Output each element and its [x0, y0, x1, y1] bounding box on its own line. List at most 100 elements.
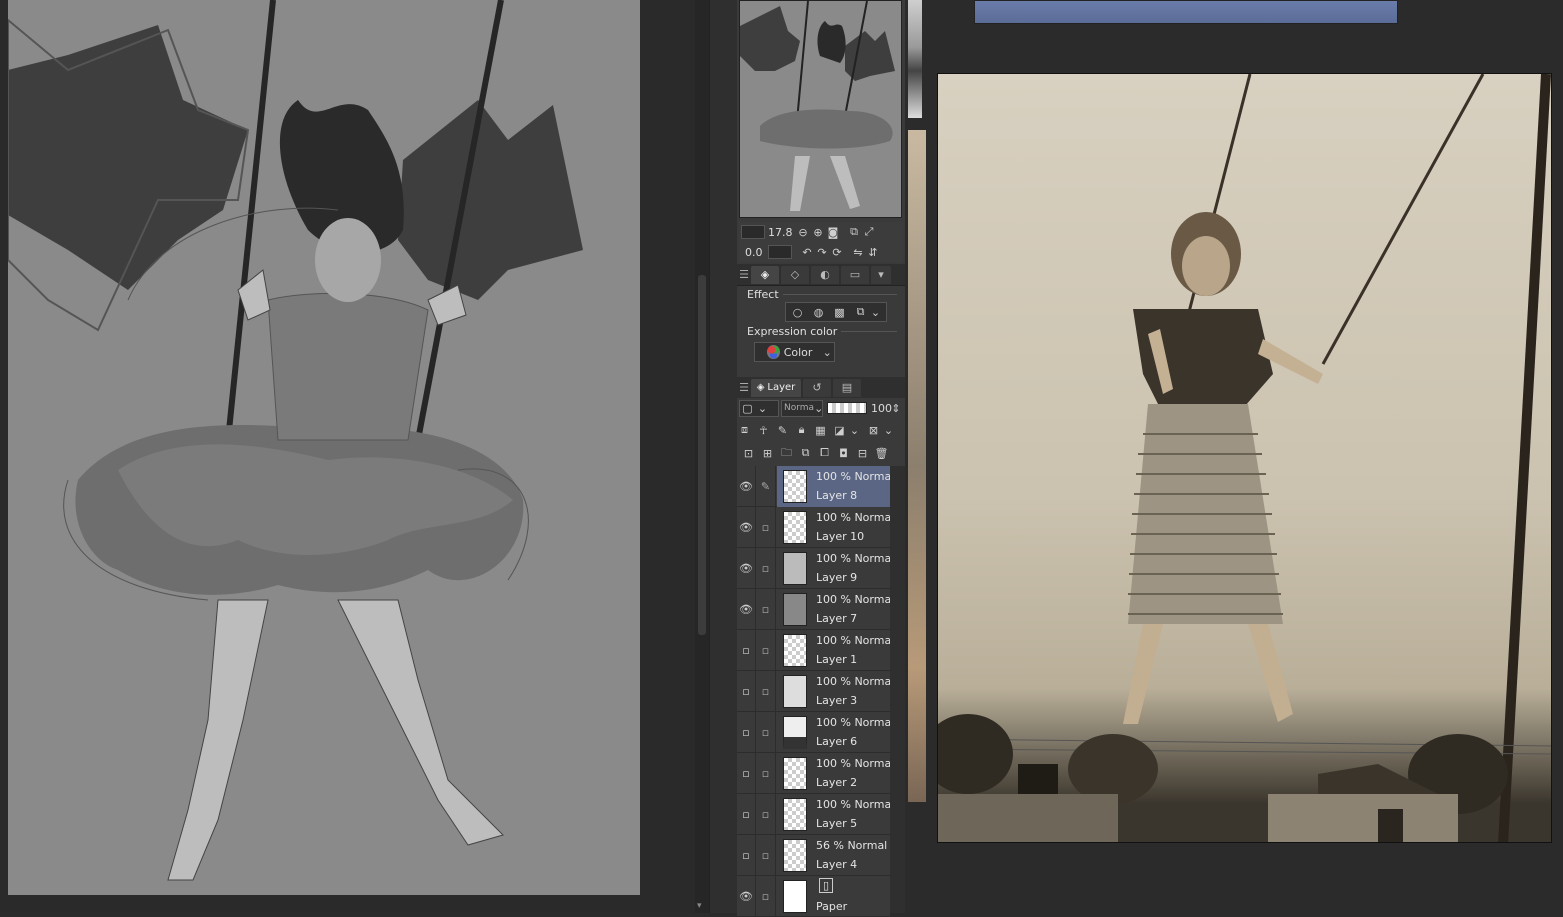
tab-sub-tool[interactable]: ◇: [781, 265, 809, 284]
chevron-down-icon[interactable]: ⌄: [881, 423, 896, 438]
tab-layer[interactable]: ◈ Layer: [751, 378, 801, 397]
fit-icon[interactable]: ◙: [826, 225, 841, 240]
visibility-toggle[interactable]: ▫: [737, 835, 756, 876]
visibility-eye-icon[interactable]: 👁︎: [737, 589, 756, 630]
create-mask-icon[interactable]: ◘: [836, 446, 851, 461]
layer-row[interactable]: 👁︎ ✎ 100 % Normal Layer 8: [737, 466, 894, 507]
lock-icon[interactable]: 🔒︎: [794, 423, 809, 438]
visibility-eye-icon[interactable]: 👁︎: [737, 466, 756, 507]
layer-status-icon[interactable]: ▫: [756, 876, 776, 917]
ruler-icon[interactable]: ⊠: [866, 423, 881, 438]
tone-icon[interactable]: ▩: [832, 305, 847, 320]
extract-line-icon[interactable]: ◍: [811, 305, 826, 320]
visibility-eye-icon[interactable]: 👁︎: [737, 548, 756, 589]
layer-info[interactable]: 100 % Normal Layer 9: [777, 548, 894, 589]
visibility-toggle[interactable]: ▫: [737, 794, 756, 835]
layer-status-icon[interactable]: ▫: [756, 835, 776, 876]
rotation-slider[interactable]: [767, 245, 792, 259]
visibility-toggle[interactable]: ▫: [737, 712, 756, 753]
layer-row[interactable]: ▫ ▫ 100 % Normal Layer 3: [737, 671, 894, 712]
layer-info[interactable]: 100 % Normal Layer 7: [777, 589, 894, 630]
fit-window-icon[interactable]: ⤢: [862, 225, 877, 240]
zoom-slider[interactable]: [741, 225, 765, 239]
panel-menu-icon[interactable]: ☰: [737, 268, 751, 281]
new-raster-layer-icon[interactable]: ⊡: [741, 446, 756, 461]
flip-horizontal-icon[interactable]: ⇋: [851, 245, 866, 260]
actual-size-icon[interactable]: ⧉: [847, 225, 862, 240]
tab-history[interactable]: ↺: [803, 378, 831, 397]
delete-layer-icon[interactable]: 🗑︎: [874, 446, 889, 461]
layer-row[interactable]: ▫ ▫ 56 % Normal Layer 4: [737, 835, 890, 876]
layer-info[interactable]: 100 % Normal Layer 10: [777, 507, 894, 548]
clip-icon[interactable]: ⧈: [737, 423, 752, 438]
visibility-eye-icon[interactable]: 👁︎: [737, 507, 756, 548]
reference-photo[interactable]: [937, 73, 1552, 843]
tab-auto-action[interactable]: ▤: [833, 378, 861, 397]
visibility-eye-icon[interactable]: 👁︎: [737, 876, 756, 917]
tab-material[interactable]: ▭: [841, 265, 869, 284]
layer-list-scrollbar[interactable]: [890, 466, 905, 913]
rotate-left-icon[interactable]: ↶: [800, 245, 815, 260]
tab-more[interactable]: ▾: [871, 265, 891, 284]
tab-layer-property[interactable]: ◈: [751, 265, 779, 284]
layer-info[interactable]: 100 % Normal Layer 3: [777, 671, 894, 712]
apply-mask-icon[interactable]: ⊟: [855, 446, 870, 461]
edit-pen-icon[interactable]: ✎: [756, 466, 776, 507]
new-vector-layer-icon[interactable]: ⊞: [760, 446, 775, 461]
opacity-value[interactable]: 100: [871, 402, 892, 415]
layer-row[interactable]: ▫ ▫ 100 % Normal Layer 2: [737, 753, 894, 794]
reference-layer-icon[interactable]: ☥: [756, 423, 771, 438]
layer-row[interactable]: 👁︎ ▫ 100 % Normal Layer 10: [737, 507, 894, 548]
layer-status-icon[interactable]: ▫: [756, 794, 776, 835]
canvas[interactable]: [8, 0, 640, 895]
reference-image-edge[interactable]: [908, 130, 926, 802]
tab-color[interactable]: ◐: [811, 265, 839, 284]
layer-info[interactable]: ▯ Paper: [777, 876, 890, 917]
layer-info[interactable]: 100 % Normal Layer 5: [777, 794, 894, 835]
zoom-value[interactable]: 17.8: [768, 226, 793, 239]
zoom-in-icon[interactable]: ⊕: [811, 225, 826, 240]
layer-status-icon[interactable]: ▫: [756, 712, 776, 753]
new-folder-icon[interactable]: 🗀︎: [779, 446, 794, 461]
layer-row[interactable]: 👁︎ ▫ 100 % Normal Layer 7: [737, 589, 894, 630]
reset-rotation-icon[interactable]: ⟳: [830, 245, 845, 260]
layer-info[interactable]: 100 % Normal Layer 2: [777, 753, 894, 794]
flip-vertical-icon[interactable]: ⇵: [866, 245, 881, 260]
layer-row[interactable]: ▫ ▫ 100 % Normal Layer 5: [737, 794, 894, 835]
layer-status-icon[interactable]: ▫: [756, 507, 776, 548]
opacity-slider[interactable]: [827, 402, 867, 414]
mask-icon[interactable]: ◪: [832, 423, 847, 438]
layer-row[interactable]: 👁︎ ▫ 100 % Normal Layer 9: [737, 548, 894, 589]
blend-mode-select[interactable]: Norma ⌄: [781, 399, 823, 417]
layer-status-icon[interactable]: ▫: [756, 753, 776, 794]
layer-row[interactable]: ▫ ▫ 100 % Normal Layer 1: [737, 630, 894, 671]
layer-row[interactable]: 👁︎ ▫ ▯ Paper: [737, 876, 890, 917]
draft-layer-icon[interactable]: ✎: [775, 423, 790, 438]
rotate-right-icon[interactable]: ↷: [815, 245, 830, 260]
rotation-value[interactable]: 0.0: [745, 246, 763, 259]
lock-transparent-icon[interactable]: ▦: [813, 423, 828, 438]
chevron-down-icon[interactable]: ⌄: [868, 305, 883, 320]
layer-info[interactable]: 56 % Normal Layer 4: [777, 835, 890, 876]
layer-row[interactable]: ▫ ▫ 100 % Normal Layer 6: [737, 712, 894, 753]
visibility-toggle[interactable]: ▫: [737, 630, 756, 671]
layer-status-icon[interactable]: ▫: [756, 548, 776, 589]
layer-status-icon[interactable]: ▫: [756, 671, 776, 712]
layer-type-select[interactable]: ▢ ⌄: [739, 399, 779, 417]
layer-color-icon[interactable]: ⧉: [853, 305, 868, 320]
zoom-out-icon[interactable]: ⊖: [796, 225, 811, 240]
scrollbar-thumb[interactable]: [698, 275, 706, 635]
visibility-toggle[interactable]: ▫: [737, 753, 756, 794]
visibility-toggle[interactable]: ▫: [737, 671, 756, 712]
reference-image-top[interactable]: [974, 0, 1398, 24]
layer-info[interactable]: 100 % Normal Layer 1: [777, 630, 894, 671]
copy-layer-icon[interactable]: ⧉: [798, 446, 813, 461]
chevron-down-icon[interactable]: ⌄: [847, 423, 862, 438]
layer-status-icon[interactable]: ▫: [756, 630, 776, 671]
layer-status-icon[interactable]: ▫: [756, 589, 776, 630]
expression-color-select[interactable]: Color ⌄: [754, 342, 835, 362]
scroll-down-icon[interactable]: ▾: [697, 901, 702, 911]
canvas-vertical-scrollbar[interactable]: ▾: [695, 0, 709, 913]
reference-image-edge[interactable]: [908, 0, 922, 118]
panel-menu-icon[interactable]: ☰: [737, 381, 751, 394]
